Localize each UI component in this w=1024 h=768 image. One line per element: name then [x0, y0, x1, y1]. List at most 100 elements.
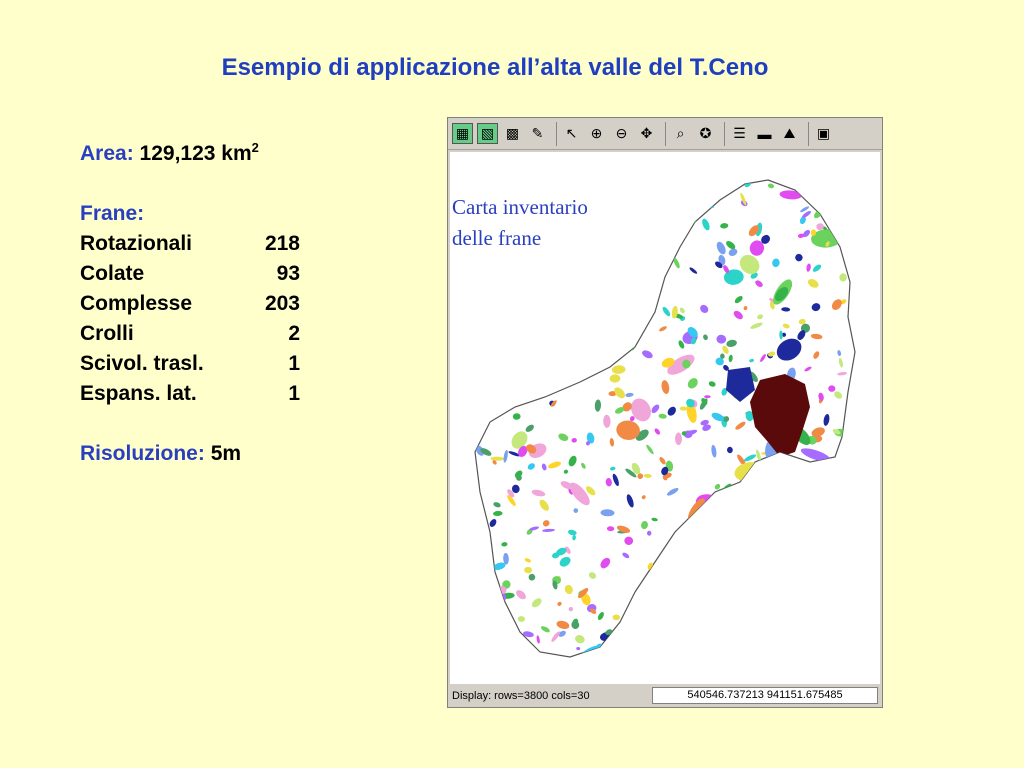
landslide-polygon	[520, 361, 527, 368]
landslide-polygon	[812, 194, 818, 198]
landslide-polygon	[647, 626, 657, 638]
landslide-polygon	[757, 597, 764, 603]
landslide-polygon	[766, 619, 775, 633]
frane-count: 93	[276, 262, 300, 285]
raster-icon[interactable]: ▦	[452, 123, 473, 144]
landslide-polygon	[659, 218, 664, 227]
area-line: Area: 129,123 km2	[80, 133, 300, 169]
landslide-polygon	[668, 184, 673, 191]
landslide-polygon	[724, 567, 733, 577]
landslide-polygon	[628, 638, 641, 647]
landslide-polygon	[532, 372, 538, 381]
landslide-polygon	[803, 568, 811, 576]
landslide-polygon	[728, 499, 754, 512]
landslide-polygon	[599, 213, 607, 223]
profile-icon[interactable]: ⛰	[779, 123, 800, 144]
frane-type: Crolli	[80, 322, 134, 345]
zoom-in-icon[interactable]: ⊕	[586, 123, 607, 144]
landslide-polygon	[773, 541, 781, 547]
frane-count: 1	[288, 382, 300, 405]
landslide-polygon	[483, 607, 489, 619]
frane-row: Complesse 203	[80, 289, 300, 319]
landslide-polygon	[724, 594, 731, 601]
landslide-polygon	[782, 492, 803, 507]
landslide-polygon	[709, 626, 718, 630]
status-bar: Display: rows=3800 cols=30 540546.737213…	[448, 685, 882, 707]
landslide-polygon	[791, 496, 798, 505]
landslide-polygon	[482, 404, 487, 417]
landslide-polygon	[758, 543, 768, 550]
landslide-polygon	[613, 188, 619, 195]
landslide-polygon	[604, 280, 617, 286]
landslide-polygon	[653, 611, 671, 629]
area-unit-exponent: 2	[251, 140, 259, 155]
risoluzione-value: 5m	[210, 442, 242, 465]
landslide-polygon	[542, 353, 550, 362]
landslide-polygon	[837, 229, 850, 237]
save-icon[interactable]: ▣	[813, 123, 834, 144]
landslide-polygon	[846, 560, 855, 565]
landslide-polygon	[543, 335, 550, 342]
landslide-polygon	[607, 266, 613, 270]
pan-icon[interactable]: ✥	[636, 123, 657, 144]
landslide-polygon	[684, 644, 689, 649]
analyze-icon[interactable]: ✪	[695, 123, 716, 144]
landslide-polygon	[820, 512, 827, 519]
landslide-polygon	[833, 551, 842, 563]
landslide-polygon	[496, 296, 501, 306]
risoluzione-line: Risoluzione: 5m	[80, 439, 300, 469]
landslide-polygon	[497, 368, 503, 374]
landslide-polygon	[541, 318, 549, 325]
map-caption-line1: Carta inventario	[452, 195, 588, 219]
landslide-polygon	[636, 627, 649, 636]
pointer-icon[interactable]: ↖	[561, 123, 582, 144]
landslide-polygon	[632, 232, 640, 239]
landslide-polygon	[798, 623, 803, 628]
landslide-polygon	[524, 286, 533, 293]
map-canvas[interactable]: Carta inventario delle frane	[450, 152, 880, 684]
landslide-polygon	[578, 318, 586, 326]
vector-icon[interactable]: ▧	[477, 123, 498, 144]
landslide-polygon	[516, 288, 524, 297]
frane-list: Rotazionali 218 Colate 93 Complesse 203 Crolli…	[80, 229, 300, 409]
landslide-polygon	[749, 647, 760, 657]
overlay-icon[interactable]: ▩	[502, 123, 523, 144]
landslide-polygon	[638, 632, 646, 643]
landslide-polygon	[721, 504, 727, 512]
landslide-polygon	[475, 561, 485, 570]
landslide-polygon	[798, 521, 804, 528]
status-text: Display: rows=3800 cols=30	[452, 690, 590, 702]
landslide-polygon	[812, 536, 822, 546]
attribute-icon[interactable]: ☰	[729, 123, 750, 144]
landslide-polygon	[477, 386, 484, 394]
landslide-polygon	[766, 522, 774, 530]
frane-count: 203	[264, 292, 300, 315]
landslide-polygon	[706, 551, 718, 557]
landslide-polygon	[670, 206, 678, 219]
landslide-polygon	[817, 465, 824, 477]
measure-icon[interactable]: ▬	[754, 123, 775, 144]
landslide-polygon	[489, 647, 497, 657]
landslide-polygon	[634, 208, 642, 220]
landslide-polygon	[495, 289, 504, 298]
gis-window: ▦ ▧ ▩ ✎ ↖ ⊕ ⊖ ✥ ⌕ ✪ ☰ ▬ ⛰ ▣ Carta inventario delle fr…	[447, 117, 883, 708]
landslide-polygon	[693, 521, 700, 528]
landslide-polygon	[755, 521, 761, 529]
landslide-polygon	[541, 297, 556, 312]
frane-count: 2	[288, 322, 300, 345]
landslide-polygon	[705, 522, 712, 529]
landslide-polygon	[717, 631, 734, 649]
landslide-polygon	[711, 539, 722, 547]
landslide-polygon	[491, 629, 501, 638]
query-icon[interactable]: ⌕	[670, 123, 691, 144]
landslide-polygon	[643, 259, 648, 267]
landslide-polygon	[734, 615, 740, 624]
landslide-polygon	[574, 269, 590, 295]
landslide-polygon	[848, 585, 855, 593]
stats-panel: Area: 129,123 km2 Frane: Rotazionali 218 C…	[80, 133, 300, 469]
zoom-out-icon[interactable]: ⊖	[611, 123, 632, 144]
edit-icon[interactable]: ✎	[527, 123, 548, 144]
landslide-polygon	[737, 550, 748, 558]
landslide-polygon	[727, 590, 737, 595]
frane-row: Espans. lat. 1	[80, 379, 300, 409]
